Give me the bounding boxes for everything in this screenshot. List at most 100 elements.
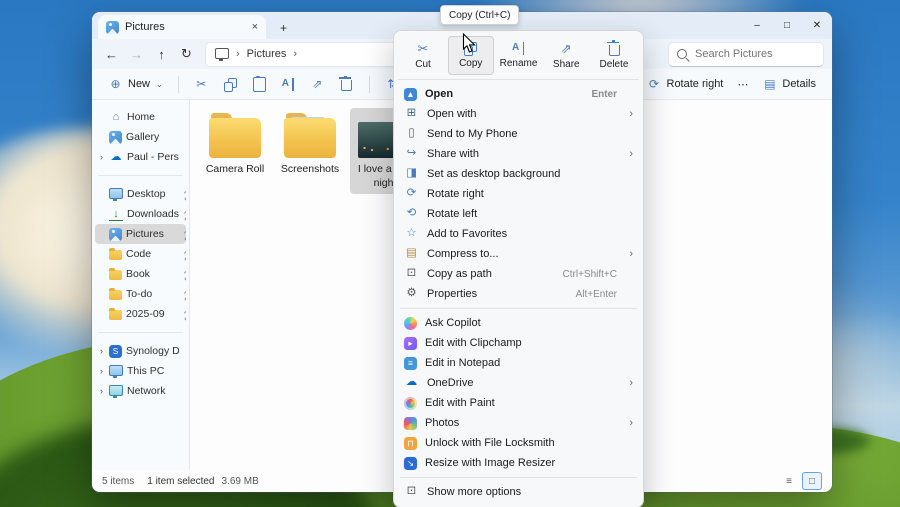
sidebar-item[interactable]: › Book xyxy=(95,264,186,284)
close-button[interactable]: ✕ xyxy=(802,12,832,38)
chevron-expand-icon[interactable]: › xyxy=(98,152,105,162)
tab-close-icon[interactable]: × xyxy=(252,21,258,33)
context-menu-item[interactable]: ⊓ Unlock with File Locksmith › xyxy=(398,433,639,453)
context-menu-item[interactable]: ▲ Open Enter › xyxy=(398,84,639,104)
pictures-icon xyxy=(109,228,122,241)
sidebar-item[interactable]: › Pictures xyxy=(95,224,186,244)
sidebar-item[interactable]: › Desktop xyxy=(95,184,186,204)
context-menu-item[interactable]: ↘ Resize with Image Resizer › xyxy=(398,453,639,473)
chevron-right-icon[interactable]: › xyxy=(293,48,297,60)
rename-icon xyxy=(282,78,295,91)
context-menu-item[interactable]: ☆ Add to Favorites › xyxy=(398,224,639,244)
sidebar-item[interactable]: › ⌂ Home xyxy=(95,107,186,127)
selected-count: 1 item selected xyxy=(147,476,214,487)
sidebar-item[interactable]: › Gallery xyxy=(95,127,186,147)
menu-item-label: Rotate right xyxy=(427,188,609,200)
context-menu-item[interactable]: Ask Copilot › xyxy=(398,313,639,333)
breadcrumb-pictures[interactable]: Pictures xyxy=(247,48,287,60)
file-tile[interactable]: Camera Roll xyxy=(200,108,270,181)
quick-action-label: Copy xyxy=(459,58,482,69)
maximize-button[interactable]: □ xyxy=(772,12,802,38)
forward-button[interactable]: → xyxy=(125,43,148,66)
properties-icon: ⚙ xyxy=(404,287,419,302)
menu-item-label: Rotate left xyxy=(427,208,609,220)
context-menu-item[interactable]: Photos › xyxy=(398,413,639,433)
list-view-button[interactable]: ≡ xyxy=(781,474,797,488)
thumbnail-view-button[interactable]: □ xyxy=(802,472,822,490)
back-button[interactable]: ← xyxy=(100,43,123,66)
new-button[interactable]: ⊕ New ⌄ xyxy=(102,72,169,96)
context-menu-item[interactable]: ↪ Share with › xyxy=(398,144,639,164)
sidebar-item[interactable]: › ↓ Downloads xyxy=(95,204,186,224)
share-button[interactable]: ⇗ xyxy=(304,72,331,96)
menu-item-label: Send to My Phone xyxy=(427,128,609,140)
menu-item-label: Add to Favorites xyxy=(427,228,609,240)
menu-item-shortcut: Alt+Enter xyxy=(576,289,617,300)
sidebar-item[interactable]: › Code xyxy=(95,244,186,264)
downloads-icon: ↓ xyxy=(109,208,123,221)
file-tile[interactable]: Screenshots xyxy=(275,108,345,181)
copilot-icon xyxy=(404,317,417,330)
up-button[interactable]: ↑ xyxy=(150,43,173,66)
context-menu-item[interactable]: ⚙ Properties Alt+Enter › xyxy=(398,284,639,304)
context-menu-item[interactable]: ⊡ Copy as path Ctrl+Shift+C › xyxy=(398,264,639,284)
cut-button[interactable]: ✂ xyxy=(188,72,215,96)
ellipsis-icon: ⋯ xyxy=(737,78,748,91)
tab-pictures[interactable]: Pictures × xyxy=(98,15,266,39)
context-menu-item[interactable]: ◨ Set as desktop background › xyxy=(398,164,639,184)
quick-action[interactable]: Rename xyxy=(496,36,542,75)
copy-button[interactable] xyxy=(217,72,244,96)
context-menu-item[interactable]: ⊡ Show more options › xyxy=(398,482,639,502)
chevron-right-icon: › xyxy=(236,48,240,60)
paste-button[interactable] xyxy=(246,72,273,96)
onedrive-icon: ☁ xyxy=(404,376,419,391)
rotate-left-icon: ⟲ xyxy=(404,207,419,222)
sidebar-item[interactable]: › Network xyxy=(95,381,186,401)
quick-action[interactable]: Delete xyxy=(591,36,637,75)
context-menu-item[interactable]: ☁ OneDrive › xyxy=(398,373,639,393)
details-button[interactable]: ▤ Details xyxy=(756,72,822,96)
onedrive-icon: ☁ xyxy=(109,150,123,164)
toolbar-separator xyxy=(369,76,370,93)
sidebar-item[interactable]: › To-do xyxy=(95,284,186,304)
rename-button[interactable] xyxy=(275,72,302,96)
rotate-right-button[interactable]: ⟳ Rotate right xyxy=(641,72,730,96)
context-menu-item[interactable]: ⟳ Rotate right › xyxy=(398,184,639,204)
new-tab-button[interactable]: + xyxy=(280,22,287,34)
separator xyxy=(400,308,637,309)
folder-icon xyxy=(284,118,336,158)
context-menu-item[interactable]: ⊞ Open with › xyxy=(398,104,639,124)
quick-actions-row: ✂ Cut Copy Rename ⇗ Share xyxy=(398,35,639,80)
sidebar: › ⌂ Home › Gallery › ☁ xyxy=(92,100,190,470)
rotate-right-icon: ⟳ xyxy=(404,187,419,202)
minimize-button[interactable]: – xyxy=(742,12,772,38)
menu-item-label: Ask Copilot xyxy=(425,317,609,329)
sidebar-item[interactable]: › 2025-09 xyxy=(95,304,186,324)
sidebar-item[interactable]: › S Synology Drive - th xyxy=(95,341,186,361)
search-box[interactable] xyxy=(668,42,824,67)
context-menu-item[interactable]: ≡ Edit in Notepad › xyxy=(398,353,639,373)
context-menu-item[interactable]: Edit with Paint › xyxy=(398,393,639,413)
search-input[interactable] xyxy=(693,47,815,61)
sidebar-item-label: Pictures xyxy=(126,228,164,240)
context-menu-item[interactable]: ▯ Send to My Phone › xyxy=(398,124,639,144)
quick-action[interactable]: ⇗ Share xyxy=(543,36,589,75)
context-menu-item[interactable]: ▸ Edit with Clipchamp › xyxy=(398,333,639,353)
sidebar-item-label: To-do xyxy=(126,288,152,300)
file-name-label: Camera Roll xyxy=(206,163,264,177)
delete-button[interactable] xyxy=(333,72,360,96)
submenu-chevron-icon: › xyxy=(625,148,633,160)
chevron-expand-icon[interactable]: › xyxy=(98,366,105,376)
quick-action[interactable]: ✂ Cut xyxy=(400,36,446,75)
context-menu-item[interactable]: ▤ Compress to... › xyxy=(398,244,639,264)
see-more-button[interactable]: ⋯ xyxy=(731,72,754,96)
context-menu-item[interactable]: ⟲ Rotate left › xyxy=(398,204,639,224)
chevron-expand-icon[interactable]: › xyxy=(98,386,105,396)
refresh-button[interactable]: ↻ xyxy=(175,43,198,66)
file-name-label: Screenshots xyxy=(281,163,339,177)
open-icon: ▲ xyxy=(404,88,417,101)
sidebar-item[interactable]: › ☁ Paul - Personal xyxy=(95,147,186,167)
chevron-expand-icon[interactable]: › xyxy=(98,346,105,356)
sidebar-item[interactable]: › This PC xyxy=(95,361,186,381)
menu-item-label: Edit with Paint xyxy=(425,397,609,409)
